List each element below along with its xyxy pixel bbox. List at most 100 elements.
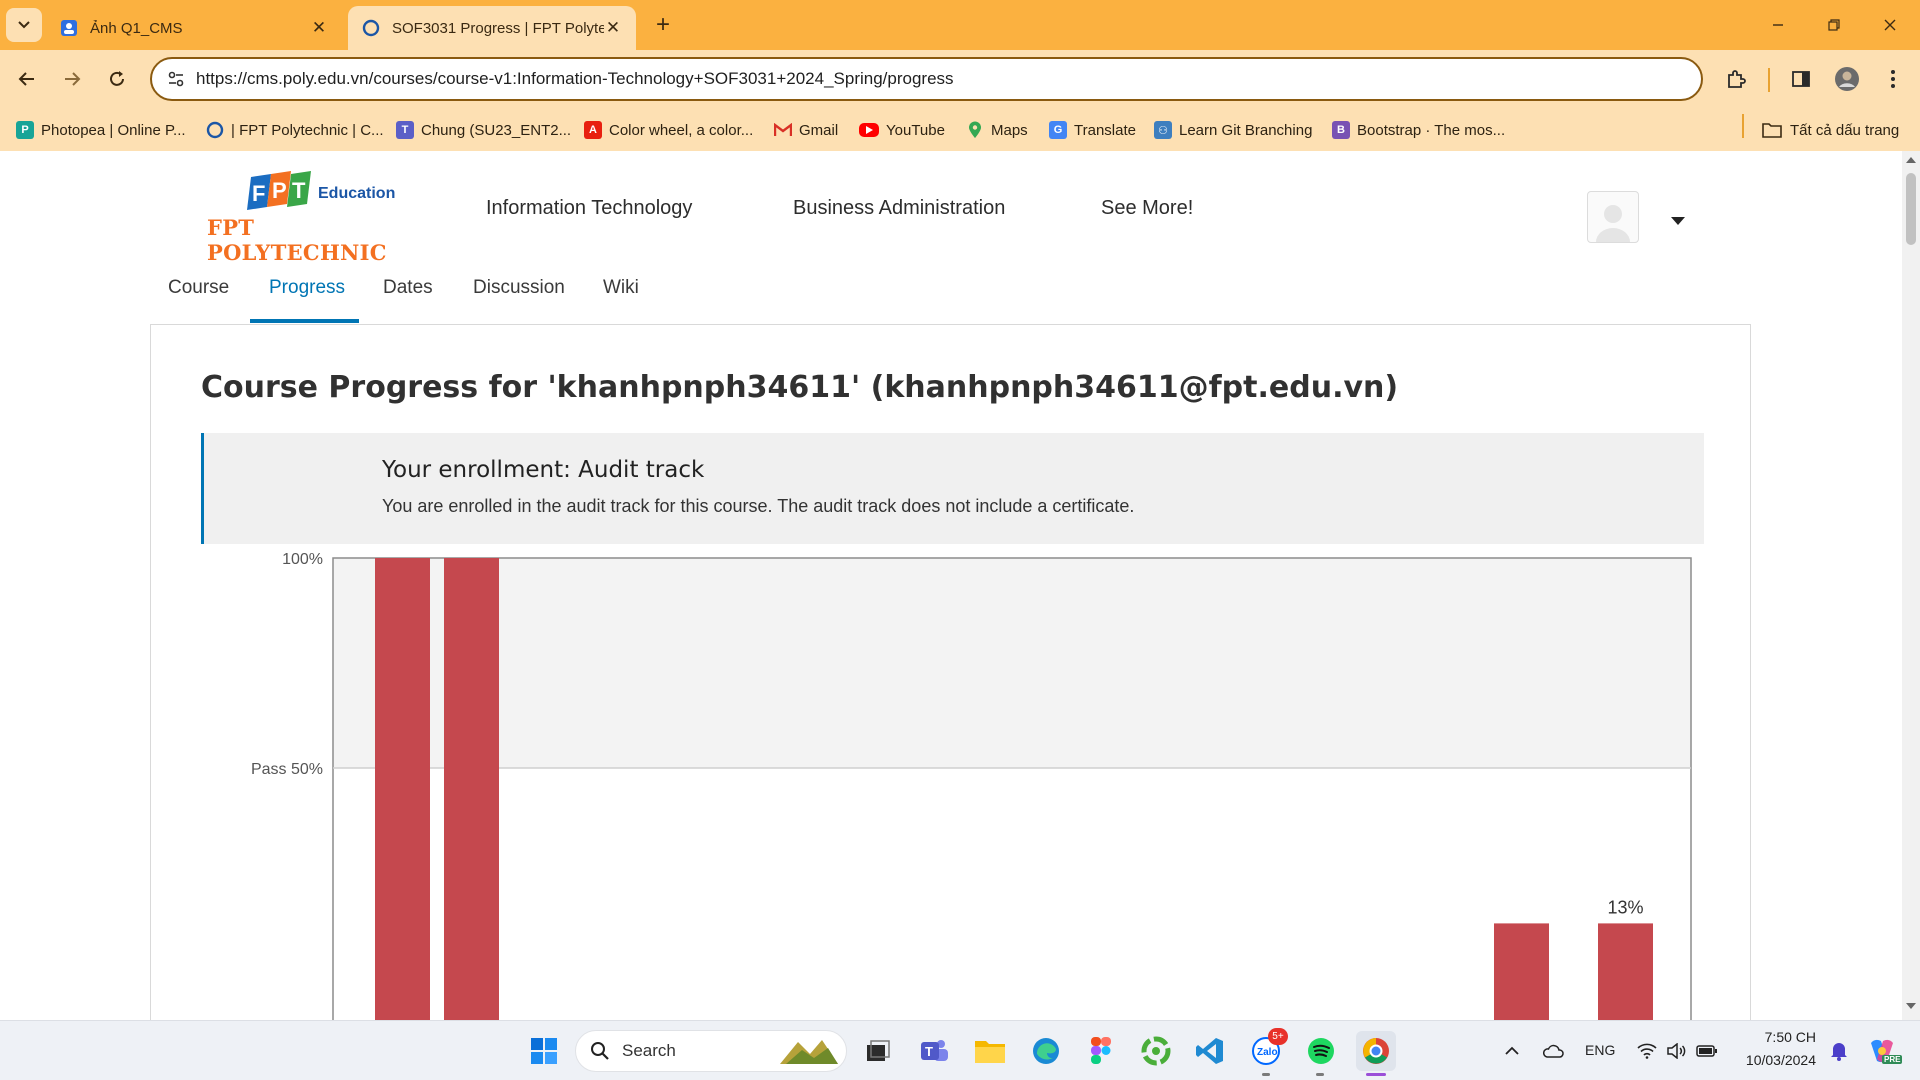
nav-information-technology[interactable]: Information Technology — [486, 197, 692, 220]
bookmark-gmail[interactable]: Gmail — [774, 118, 838, 142]
pass-zone-background — [333, 558, 1691, 768]
speaker-icon — [1667, 1043, 1686, 1059]
page-scrollbar[interactable] — [1902, 151, 1920, 1020]
battery-button[interactable] — [1690, 1031, 1724, 1071]
reload-button[interactable] — [100, 62, 134, 96]
notifications-button[interactable] — [1822, 1031, 1856, 1071]
bookmark-label: | FPT Polytechnic | C... — [231, 121, 384, 139]
bookmark-learn-git[interactable]: ⚇ Learn Git Branching — [1154, 118, 1312, 142]
bookmarks-divider — [1742, 114, 1744, 138]
new-tab-button[interactable]: + — [648, 10, 678, 40]
zalo-badge: 5+ — [1268, 1028, 1288, 1045]
clock-date[interactable]: 10/03/2024 — [1736, 1052, 1816, 1068]
user-menu-caret-icon[interactable] — [1671, 217, 1685, 225]
zalo-running-indicator — [1262, 1073, 1270, 1076]
minimize-icon — [1773, 24, 1783, 26]
scroll-up-icon[interactable] — [1906, 157, 1916, 163]
edge-app[interactable] — [1026, 1031, 1066, 1071]
bookmark-translate[interactable]: G Translate — [1049, 118, 1136, 142]
task-view-button[interactable] — [858, 1031, 898, 1071]
bookmark-label: YouTube — [886, 121, 945, 139]
site-info-icon[interactable] — [156, 69, 196, 89]
photopea-icon: P — [16, 121, 34, 139]
bookmark-label: Photopea | Online P... — [41, 121, 186, 139]
language-indicator[interactable]: ENG — [1585, 1042, 1615, 1058]
bookmark-maps[interactable]: Maps — [966, 118, 1028, 142]
scrollbar-thumb[interactable] — [1906, 173, 1916, 245]
tab-discussion[interactable]: Discussion — [473, 277, 565, 299]
bookmark-color-wheel[interactable]: A Color wheel, a color... — [584, 118, 753, 142]
taskbar-search[interactable]: Search — [575, 1030, 847, 1072]
tab-anh-q1-cms[interactable]: Ảnh Q1_CMS ✕ — [46, 6, 342, 50]
reload-icon — [110, 71, 124, 86]
svg-text:P: P — [272, 178, 287, 203]
bookmark-teams-chung[interactable]: T Chung (SU23_ENT2... — [396, 118, 571, 142]
assignment-bar — [1598, 923, 1653, 1020]
close-tab-icon[interactable]: ✕ — [310, 18, 328, 38]
tab-search-button[interactable] — [6, 8, 42, 42]
copilot-button[interactable]: PRE — [1862, 1031, 1903, 1071]
tab-progress[interactable]: Progress — [269, 277, 345, 299]
bookmark-youtube[interactable]: YouTube — [859, 118, 945, 142]
chevron-up-icon — [1505, 1046, 1519, 1055]
windows-icon — [531, 1038, 557, 1064]
photos-favicon-icon — [61, 20, 77, 36]
bookmark-bootstrap[interactable]: B Bootstrap · The mos... — [1332, 118, 1505, 142]
scroll-down-icon[interactable] — [1906, 1003, 1916, 1009]
spotify-app[interactable] — [1301, 1031, 1341, 1071]
chrome-active-indicator — [1366, 1073, 1386, 1076]
search-icon — [591, 1042, 609, 1060]
close-tab-icon[interactable]: ✕ — [604, 18, 622, 38]
spotify-icon — [1308, 1038, 1334, 1064]
copilot-preview-badge: PRE — [1882, 1055, 1903, 1064]
address-bar[interactable]: https://cms.poly.edu.vn/courses/course-v… — [150, 57, 1703, 101]
show-hidden-icons-button[interactable] — [1494, 1031, 1530, 1071]
all-bookmarks-button[interactable]: Tất cả dấu trang — [1762, 118, 1899, 142]
assignment-bar — [375, 558, 430, 1020]
network-button[interactable] — [1630, 1031, 1664, 1071]
fpt-polytechnic-logo[interactable]: F P T Education FPT POLYTECHNIC — [205, 171, 420, 265]
fpt-icon — [206, 121, 224, 139]
extensions-button[interactable] — [1719, 62, 1753, 96]
volume-button[interactable] — [1660, 1031, 1694, 1071]
back-button[interactable] — [10, 62, 44, 96]
teams-icon: T — [396, 121, 414, 139]
spotify-running-indicator — [1316, 1073, 1324, 1076]
profile-button[interactable] — [1830, 62, 1864, 96]
chrome-icon — [1363, 1038, 1389, 1064]
figma-app[interactable] — [1081, 1031, 1121, 1071]
url-text: https://cms.poly.edu.vn/courses/course-v… — [196, 69, 954, 88]
minimize-button[interactable] — [1756, 8, 1800, 42]
active-tab-indicator — [250, 319, 359, 323]
bookmark-photopea[interactable]: P Photopea | Online P... — [16, 118, 186, 142]
fpt-logo-icon: F P T — [247, 171, 311, 210]
tab-wiki[interactable]: Wiki — [603, 277, 639, 299]
tab-dates[interactable]: Dates — [383, 277, 433, 299]
zalo-app[interactable]: Zalo 5+ — [1246, 1028, 1288, 1071]
close-icon — [1884, 19, 1896, 31]
bookmark-label: Maps — [991, 121, 1028, 139]
bootstrap-icon: B — [1332, 121, 1350, 139]
git-icon: ⚇ — [1154, 121, 1172, 139]
browser-chrome: Ảnh Q1_CMS ✕ SOF3031 Progress | FPT Poly… — [0, 0, 1920, 151]
tab-course[interactable]: Course — [168, 277, 229, 299]
nav-business-administration[interactable]: Business Administration — [793, 197, 1005, 220]
browser-menu-button[interactable] — [1876, 62, 1910, 96]
restore-icon — [1828, 19, 1840, 31]
tab-sof3031-progress[interactable]: SOF3031 Progress | FPT Polytec ✕ — [348, 6, 636, 50]
onedrive-button[interactable] — [1535, 1031, 1571, 1071]
forward-button[interactable] — [55, 62, 89, 96]
greenshot-app[interactable] — [1136, 1031, 1176, 1071]
side-panel-button[interactable] — [1784, 62, 1818, 96]
nav-see-more[interactable]: See More! — [1101, 197, 1193, 220]
file-explorer-app[interactable] — [970, 1031, 1010, 1071]
teams-app[interactable]: T — [914, 1031, 954, 1071]
restore-button[interactable] — [1812, 8, 1856, 42]
chrome-app[interactable] — [1356, 1031, 1396, 1071]
clock-time[interactable]: 7:50 CH — [1744, 1029, 1816, 1045]
start-button[interactable] — [524, 1031, 564, 1071]
vscode-app[interactable] — [1190, 1031, 1230, 1071]
user-avatar[interactable] — [1587, 191, 1639, 243]
bookmark-fpt-polytechnic[interactable]: | FPT Polytechnic | C... — [206, 118, 384, 142]
close-window-button[interactable] — [1868, 8, 1912, 42]
